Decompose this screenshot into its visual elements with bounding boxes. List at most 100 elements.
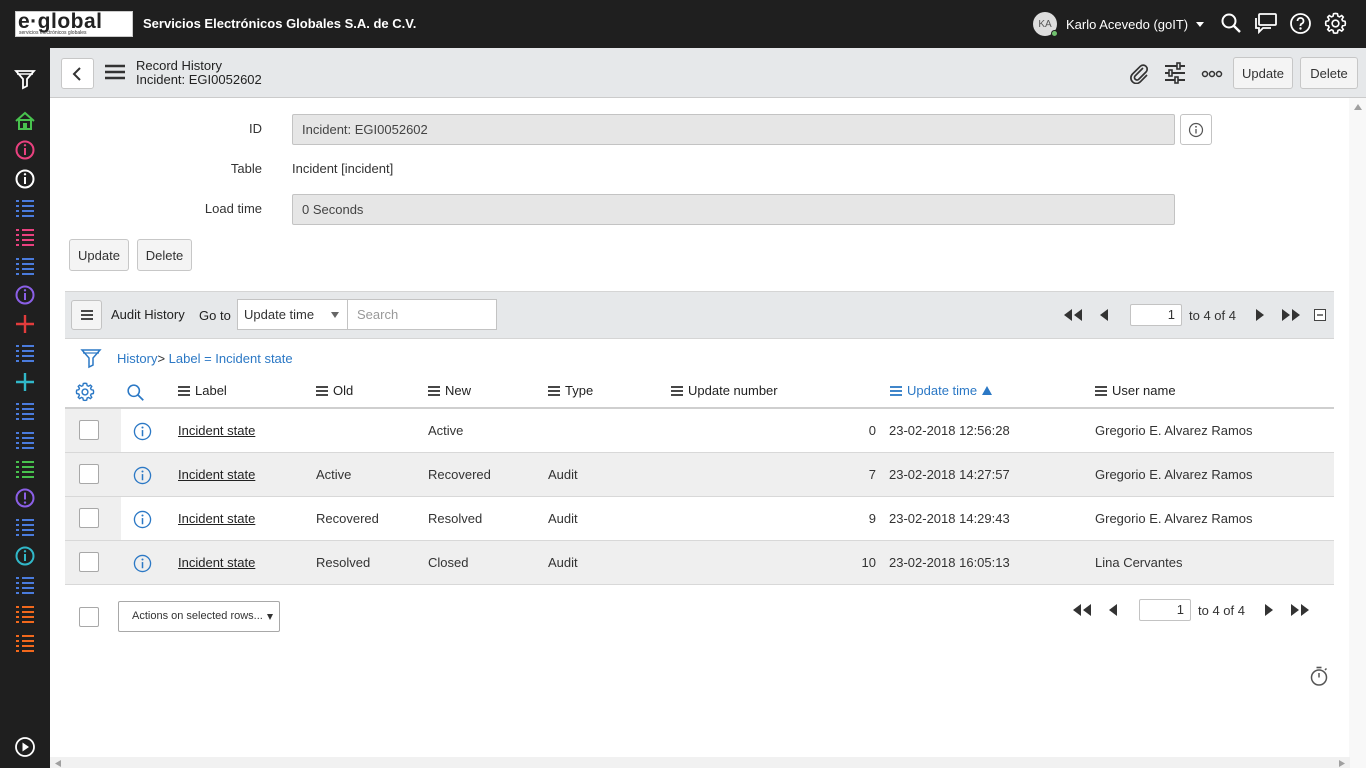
company-logo[interactable]: e·global servicios electrónicos globales bbox=[15, 10, 133, 37]
column-menu-icon[interactable] bbox=[316, 385, 328, 396]
column-menu-icon[interactable] bbox=[671, 385, 683, 396]
row-checkbox[interactable] bbox=[79, 464, 99, 484]
alert-circle-purple-icon[interactable] bbox=[14, 487, 36, 509]
column-menu-icon[interactable] bbox=[428, 385, 440, 396]
column-header-update-number[interactable]: Update number bbox=[671, 383, 778, 398]
column-header-new[interactable]: New bbox=[428, 383, 471, 398]
breadcrumb-filter[interactable]: Label = Incident state bbox=[169, 351, 293, 366]
info-circle-purple-icon[interactable] bbox=[14, 284, 36, 306]
column-update-number-text: Update number bbox=[688, 383, 778, 398]
first-page-icon[interactable] bbox=[1061, 308, 1085, 324]
column-header-user-name[interactable]: User name bbox=[1095, 383, 1176, 398]
info-circle-teal-icon[interactable] bbox=[14, 545, 36, 567]
column-header-label[interactable]: Label bbox=[178, 383, 227, 398]
form-delete-button[interactable]: Delete bbox=[137, 239, 192, 271]
previous-page-icon[interactable] bbox=[1097, 308, 1121, 324]
help-icon[interactable] bbox=[1289, 12, 1313, 36]
list-blue-icon[interactable] bbox=[14, 516, 36, 538]
page-number-input[interactable]: 1 bbox=[1130, 304, 1182, 326]
footer-last-page-icon[interactable] bbox=[1288, 603, 1312, 619]
plus-teal-icon[interactable] bbox=[14, 371, 36, 393]
info-circle-red-icon[interactable] bbox=[14, 139, 36, 161]
top-banner: e·global servicios electrónicos globales… bbox=[0, 0, 1366, 48]
filter-navigator-icon[interactable] bbox=[14, 68, 36, 90]
back-button[interactable] bbox=[61, 58, 94, 89]
paperclip-icon[interactable] bbox=[1128, 62, 1152, 86]
column-type-text: Type bbox=[565, 383, 594, 398]
list-blue-icon[interactable] bbox=[14, 197, 36, 219]
gear-icon[interactable] bbox=[1324, 12, 1348, 36]
list-green-icon[interactable] bbox=[14, 458, 36, 480]
column-menu-icon[interactable] bbox=[1095, 385, 1107, 396]
list-orange-icon[interactable] bbox=[14, 603, 36, 625]
row-checkbox[interactable] bbox=[79, 420, 99, 440]
list-search-input[interactable]: Search bbox=[347, 299, 497, 330]
cell-label[interactable]: Incident state bbox=[178, 511, 255, 526]
list-context-menu-button[interactable] bbox=[71, 300, 102, 330]
table-row: Incident state Resolved Closed Audit 10 … bbox=[65, 541, 1334, 585]
form-update-button[interactable]: Update bbox=[69, 239, 129, 271]
column-header-old[interactable]: Old bbox=[316, 383, 353, 398]
cell-label[interactable]: Incident state bbox=[178, 555, 255, 570]
goto-field-select[interactable]: Update time bbox=[237, 299, 348, 330]
breadcrumb-history[interactable]: History bbox=[117, 351, 157, 366]
home-icon[interactable] bbox=[14, 110, 36, 132]
stopwatch-icon[interactable] bbox=[1309, 665, 1329, 687]
filter-icon[interactable] bbox=[80, 347, 102, 369]
vertical-scrollbar[interactable] bbox=[1349, 98, 1366, 768]
chat-icon[interactable] bbox=[1254, 12, 1278, 36]
reference-info-button[interactable] bbox=[1180, 114, 1212, 145]
form-context-menu-button[interactable] bbox=[104, 63, 126, 83]
record-preview-info-icon[interactable] bbox=[133, 510, 152, 529]
footer-first-page-icon[interactable] bbox=[1070, 603, 1094, 619]
scroll-left-icon[interactable] bbox=[55, 760, 61, 767]
play-circle-icon[interactable] bbox=[14, 736, 36, 758]
audit-history-list-header: Audit History Go to Update time Search 1… bbox=[65, 291, 1334, 339]
cell-label[interactable]: Incident state bbox=[178, 467, 255, 482]
list-blue-icon[interactable] bbox=[14, 342, 36, 364]
actions-on-selected-rows-select[interactable]: Actions on selected rows... bbox=[118, 601, 280, 632]
page-title: Record History bbox=[136, 58, 222, 73]
column-header-type[interactable]: Type bbox=[548, 383, 593, 398]
next-page-icon[interactable] bbox=[1253, 308, 1277, 324]
id-label: ID bbox=[249, 121, 262, 136]
list-pink-icon[interactable] bbox=[14, 226, 36, 248]
load-time-field[interactable]: 0 Seconds bbox=[292, 194, 1175, 225]
column-menu-icon[interactable] bbox=[890, 385, 902, 396]
user-menu[interactable]: KA Karlo Acevedo (goIT) bbox=[1033, 11, 1205, 37]
horizontal-scrollbar[interactable] bbox=[50, 757, 1350, 768]
footer-previous-page-icon[interactable] bbox=[1106, 603, 1130, 619]
personalize-list-gear-icon[interactable] bbox=[75, 382, 95, 402]
column-search-icon[interactable] bbox=[126, 383, 145, 402]
table-row: Incident state Active Recovered Audit 7 … bbox=[65, 453, 1334, 497]
column-header-update-time[interactable]: Update time bbox=[890, 383, 993, 398]
scroll-right-icon[interactable] bbox=[1339, 760, 1345, 767]
header-update-button[interactable]: Update bbox=[1233, 57, 1293, 89]
column-menu-icon[interactable] bbox=[178, 385, 190, 396]
list-blue-icon[interactable] bbox=[14, 429, 36, 451]
collapse-icon[interactable] bbox=[1314, 309, 1328, 325]
plus-red-icon[interactable] bbox=[14, 313, 36, 335]
row-checkbox[interactable] bbox=[79, 508, 99, 528]
id-field[interactable]: Incident: EGI0052602 bbox=[292, 114, 1175, 145]
footer-next-page-icon[interactable] bbox=[1262, 603, 1286, 619]
scroll-up-icon[interactable] bbox=[1354, 104, 1362, 110]
list-blue-icon[interactable] bbox=[14, 255, 36, 277]
record-preview-info-icon[interactable] bbox=[133, 466, 152, 485]
list-orange-icon[interactable] bbox=[14, 632, 36, 654]
info-circle-white-icon[interactable] bbox=[14, 168, 36, 190]
more-options-icon[interactable] bbox=[1201, 62, 1225, 86]
row-checkbox[interactable] bbox=[79, 552, 99, 572]
record-preview-info-icon[interactable] bbox=[133, 422, 152, 441]
sliders-icon[interactable] bbox=[1164, 62, 1188, 86]
footer-page-number-input[interactable]: 1 bbox=[1139, 599, 1191, 621]
list-blue-icon[interactable] bbox=[14, 400, 36, 422]
record-preview-info-icon[interactable] bbox=[133, 554, 152, 573]
cell-label[interactable]: Incident state bbox=[178, 423, 255, 438]
column-menu-icon[interactable] bbox=[548, 385, 560, 396]
select-all-checkbox[interactable] bbox=[79, 607, 99, 627]
header-delete-button[interactable]: Delete bbox=[1300, 57, 1358, 89]
last-page-icon[interactable] bbox=[1279, 308, 1303, 324]
search-icon[interactable] bbox=[1220, 12, 1244, 36]
list-blue-icon[interactable] bbox=[14, 574, 36, 596]
